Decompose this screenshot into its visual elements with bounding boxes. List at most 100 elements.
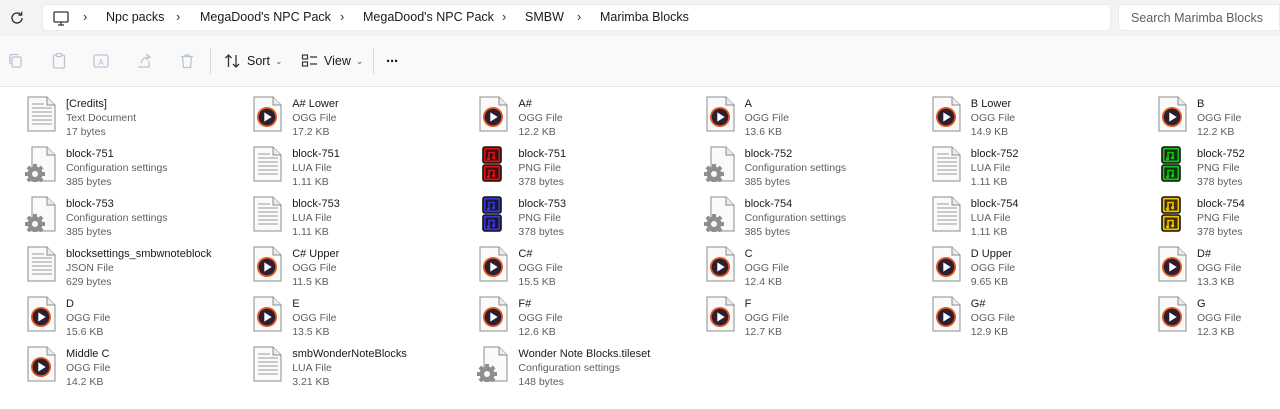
text-file-icon	[250, 196, 284, 232]
file-details: F# OGG File 12.6 KB	[518, 297, 562, 339]
file-item[interactable]: A# Lower OGG File 17.2 KB	[248, 90, 468, 138]
file-type: LUA File	[292, 162, 332, 174]
file-name: block-751	[518, 148, 567, 160]
file-name: A#	[518, 98, 532, 110]
file-item[interactable]: C OGG File 12.4 KB	[701, 240, 921, 288]
breadcrumb-chevron-icon[interactable]: ›	[340, 9, 344, 24]
file-size: 15.5 KB	[518, 276, 556, 288]
file-item[interactable]: G# OGG File 12.9 KB	[927, 290, 1147, 338]
file-size: 378 bytes	[1197, 176, 1243, 188]
file-item[interactable]: block-753 LUA File 1.11 KB	[248, 190, 468, 238]
file-item[interactable]: A OGG File 13.6 KB	[701, 90, 921, 138]
file-item[interactable]: A# OGG File 12.2 KB	[474, 90, 694, 138]
file-size: 1.11 KB	[292, 176, 329, 188]
delete-icon[interactable]	[178, 52, 196, 70]
file-item[interactable]: block-752 Configuration settings 385 bytes	[701, 140, 921, 188]
file-name: F#	[518, 298, 532, 310]
file-item[interactable]: Middle C OGG File 14.2 KB	[22, 340, 242, 388]
file-item[interactable]: D Upper OGG File 9.65 KB	[927, 240, 1147, 288]
file-item[interactable]: block-751 Configuration settings 385 bytes	[22, 140, 242, 188]
audio-file-icon	[929, 296, 963, 332]
file-name: block-753	[66, 198, 114, 210]
config-file-icon	[476, 346, 510, 384]
toolbar-divider	[373, 48, 374, 74]
breadcrumb-megadood-pack-1[interactable]: MegaDood's NPC Pack	[200, 10, 331, 24]
file-item[interactable]: D# OGG File 13.3 KB	[1153, 240, 1280, 288]
audio-file-icon	[476, 296, 510, 332]
breadcrumb-smbw[interactable]: SMBW	[525, 10, 564, 24]
file-details: Wonder Note Blocks.tileset Configuration …	[518, 347, 650, 389]
file-item[interactable]: D OGG File 15.6 KB	[22, 290, 242, 338]
file-item[interactable]: block-751 LUA File 1.11 KB	[248, 140, 468, 188]
file-item[interactable]: G OGG File 12.3 KB	[1153, 290, 1280, 338]
file-details: [Credits] Text Document 17 bytes	[66, 97, 136, 139]
file-item[interactable]: block-752 PNG File 378 bytes	[1153, 140, 1280, 188]
file-item[interactable]: Wonder Note Blocks.tileset Configuration …	[474, 340, 694, 388]
view-button[interactable]: View ⌄	[301, 51, 363, 71]
breadcrumb-chevron-icon[interactable]: ›	[577, 9, 581, 24]
sort-button[interactable]: Sort ⌄	[224, 51, 282, 71]
breadcrumb-chevron-icon[interactable]: ›	[502, 9, 506, 24]
file-item[interactable]: C# Upper OGG File 11.5 KB	[248, 240, 468, 288]
file-item[interactable]: block-751 PNG File 378 bytes	[474, 140, 694, 188]
file-details: block-751 LUA File 1.11 KB	[292, 147, 340, 189]
config-file-icon	[24, 146, 58, 184]
sort-icon	[225, 54, 240, 68]
file-type: OGG File	[970, 262, 1016, 274]
file-item[interactable]: F OGG File 12.7 KB	[701, 290, 921, 338]
text-file-icon	[253, 196, 282, 232]
view-label: View	[324, 54, 351, 68]
file-name: block-753	[292, 198, 340, 210]
file-item[interactable]: block-754 Configuration settings 385 bytes	[701, 190, 921, 238]
audio-file-icon	[932, 246, 961, 282]
file-item[interactable]: B Lower OGG File 14.9 KB	[927, 90, 1147, 138]
file-item[interactable]: [Credits] Text Document 17 bytes	[22, 90, 242, 138]
this-pc-button[interactable]	[53, 11, 69, 31]
file-item[interactable]: block-753 PNG File 378 bytes	[474, 190, 694, 238]
breadcrumb-chevron-icon[interactable]: ›	[83, 9, 87, 24]
file-type: OGG File	[66, 312, 111, 324]
search-input[interactable]: Search Marimba Blocks	[1131, 11, 1263, 25]
audio-file-icon	[479, 296, 508, 332]
file-name: [Credits]	[66, 98, 107, 110]
file-item[interactable]: C# OGG File 15.5 KB	[474, 240, 694, 288]
file-type: PNG File	[1197, 162, 1240, 174]
file-item[interactable]: B OGG File 12.2 KB	[1153, 90, 1280, 138]
file-item[interactable]: block-754 PNG File 378 bytes	[1153, 190, 1280, 238]
text-file-icon	[24, 246, 58, 282]
text-file-icon	[929, 196, 963, 232]
search-box[interactable]: Search Marimba Blocks	[1118, 4, 1280, 31]
file-item[interactable]: E OGG File 13.5 KB	[248, 290, 468, 338]
audio-file-icon	[706, 296, 735, 332]
file-name: block-751	[66, 148, 114, 160]
refresh-button[interactable]	[6, 7, 28, 29]
breadcrumb-marimba-blocks[interactable]: Marimba Blocks	[600, 10, 689, 24]
more-options-button[interactable]: ···	[386, 51, 399, 71]
file-name: Middle C	[66, 348, 110, 360]
breadcrumb-megadood-pack-2[interactable]: MegaDood's NPC Pack	[363, 10, 494, 24]
file-name: block-753	[518, 198, 567, 210]
copy-icon[interactable]	[7, 52, 25, 70]
file-item[interactable]: block-752 LUA File 1.11 KB	[927, 140, 1147, 188]
file-item[interactable]: blocksettings_smbwnoteblock JSON File 629 …	[22, 240, 242, 288]
breadcrumb-chevron-icon[interactable]: ›	[176, 9, 180, 24]
share-icon[interactable]	[135, 52, 153, 70]
file-details: block-751 Configuration settings 385 bytes	[66, 147, 168, 189]
file-size: 629 bytes	[66, 276, 112, 288]
audio-file-icon	[479, 96, 508, 132]
rename-icon[interactable]: A	[92, 52, 110, 70]
audio-file-icon	[27, 346, 56, 382]
file-item[interactable]: block-753 Configuration settings 385 bytes	[22, 190, 242, 238]
file-size: 17.2 KB	[292, 126, 330, 138]
audio-file-icon	[27, 296, 56, 332]
file-type: OGG File	[292, 262, 337, 274]
breadcrumb-npc-packs[interactable]: Npc packs	[106, 10, 164, 24]
file-name: B Lower	[970, 98, 1012, 110]
file-name: D	[66, 298, 74, 310]
file-item[interactable]: F# OGG File 12.6 KB	[474, 290, 694, 338]
paste-icon[interactable]	[50, 52, 68, 70]
file-item[interactable]: block-754 LUA File 1.11 KB	[927, 190, 1147, 238]
file-size: 385 bytes	[744, 226, 791, 238]
file-type: OGG File	[970, 312, 1016, 324]
file-item[interactable]: smbWonderNoteBlocks LUA File 3.21 KB	[248, 340, 468, 388]
